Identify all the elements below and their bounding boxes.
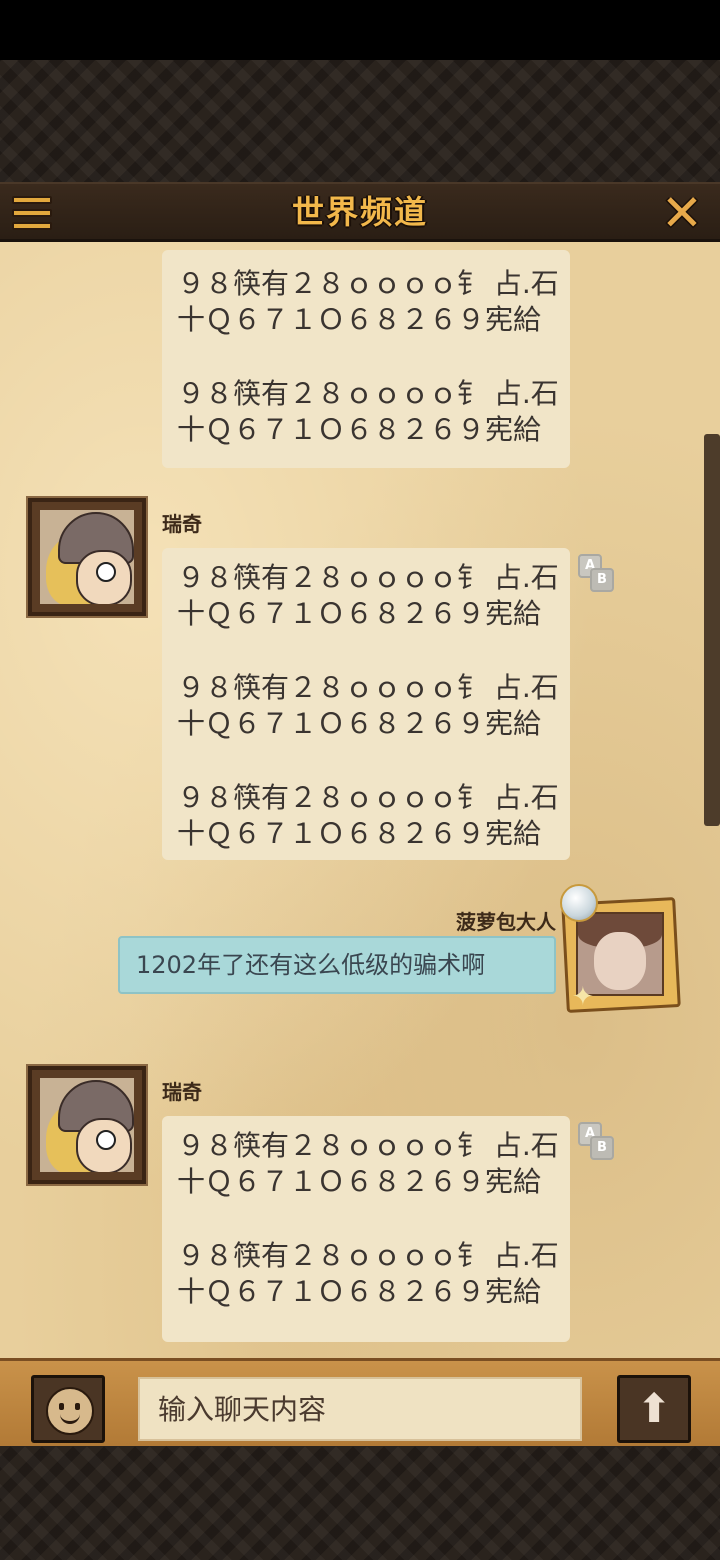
top-decor bbox=[0, 60, 720, 182]
message-line: 十Ｑ６７１Ｏ６８２６９宪給 bbox=[177, 413, 542, 446]
orb-decor-icon bbox=[560, 884, 598, 922]
translate-b-glyph: B bbox=[590, 568, 614, 592]
message-line: ９８筷有２８ｏｏｏｏ钅 占.石 bbox=[177, 267, 559, 300]
my-message-bubble: 1202年了还有这么低级的骗术啊 bbox=[118, 936, 556, 994]
send-button[interactable]: ⬆ bbox=[617, 1375, 691, 1443]
message-bubble: ９８筷有２８ｏｏｏｏ钅 占.石 十Ｑ６７１Ｏ６８２６９宪給 ９８筷有２８ｏｏｏｏ… bbox=[162, 548, 570, 860]
message-line: ９８筷有２８ｏｏｏｏ钅 占.石 bbox=[177, 1129, 559, 1162]
my-avatar[interactable]: ✦ bbox=[560, 882, 681, 1013]
chat-list[interactable]: ９８筷有２８ｏｏｏｏ钅 占.石 十Ｑ６７１Ｏ６８２６９宪給 ９８筷有２８ｏｏｏｏ… bbox=[0, 242, 720, 1358]
channel-title: 世界频道 bbox=[291, 193, 428, 231]
translate-b-glyph: B bbox=[590, 1136, 614, 1160]
message-bubble: ９８筷有２８ｏｏｏｏ钅 占.石 十Ｑ６７１Ｏ６８２６９宪給 ９８筷有２８ｏｏｏｏ… bbox=[162, 250, 570, 468]
status-bar bbox=[0, 0, 720, 60]
sender-name: 瑞奇 bbox=[162, 512, 202, 536]
message-line: 十Ｑ６７１Ｏ６８２６９宪給 bbox=[177, 817, 542, 850]
close-icon[interactable]: ✕ bbox=[658, 188, 706, 238]
message-line: 十Ｑ６７１Ｏ６８２６９宪給 bbox=[177, 1165, 542, 1198]
message-bubble: ９８筷有２８ｏｏｏｏ钅 占.石 十Ｑ６７１Ｏ６８２６９宪給 ９８筷有２８ｏｏｏｏ… bbox=[162, 1116, 570, 1342]
send-arrow-icon: ⬆ bbox=[637, 1386, 671, 1432]
message-line: ９８筷有２８ｏｏｏｏ钅 占.石 bbox=[177, 377, 559, 410]
message-line: 十Ｑ６７１Ｏ６８２６９宪給 bbox=[177, 1275, 542, 1308]
bottom-decor bbox=[0, 1446, 720, 1560]
message-line: ９８筷有２８ｏｏｏｏ钅 占.石 bbox=[177, 671, 559, 704]
sender-name: 瑞奇 bbox=[162, 1080, 202, 1104]
scrollbar[interactable] bbox=[704, 434, 720, 826]
star-decor-icon: ✦ bbox=[572, 982, 594, 1012]
message-line: ９８筷有２８ｏｏｏｏ钅 占.石 bbox=[177, 1239, 559, 1272]
sender-name: 菠萝包大人 bbox=[456, 910, 556, 934]
avatar[interactable] bbox=[26, 1064, 148, 1186]
chat-input[interactable] bbox=[138, 1377, 582, 1441]
message-line: ９８筷有２８ｏｏｏｏ钅 占.石 bbox=[177, 561, 559, 594]
title-bar: 世界频道 ✕ bbox=[0, 182, 720, 242]
avatar[interactable] bbox=[26, 496, 148, 618]
input-bar: ⬆ bbox=[0, 1358, 720, 1446]
translate-icon[interactable]: A B bbox=[576, 1120, 614, 1160]
emoji-button[interactable] bbox=[31, 1375, 105, 1443]
message-line: 十Ｑ６７１Ｏ６８２６９宪給 bbox=[177, 707, 542, 740]
translate-icon[interactable]: A B bbox=[576, 552, 614, 592]
message-line: 十Ｑ６７１Ｏ６８２６９宪給 bbox=[177, 303, 542, 336]
emoji-icon bbox=[46, 1387, 94, 1435]
message-line: 十Ｑ６７１Ｏ６８２６９宪給 bbox=[177, 597, 542, 630]
message-line: ９８筷有２８ｏｏｏｏ钅 占.石 bbox=[177, 781, 559, 814]
